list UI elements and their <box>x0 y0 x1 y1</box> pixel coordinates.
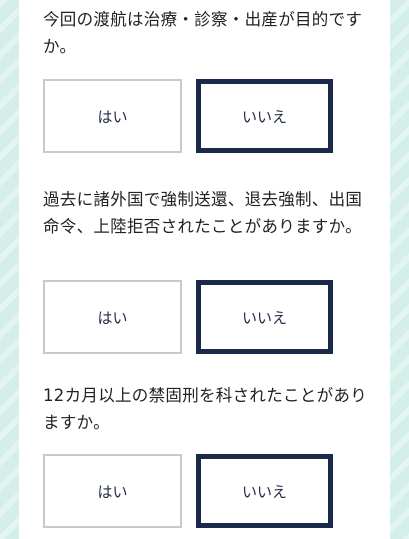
no-button-label: いいえ <box>241 308 287 327</box>
yes-button[interactable]: はい <box>43 280 182 354</box>
yes-button-label: はい <box>97 482 128 501</box>
no-button-selected[interactable]: いいえ <box>196 79 333 153</box>
yes-button-label: はい <box>97 107 128 126</box>
question-text: 今回の渡航は治療・診察・出産が目的ですか。 <box>43 10 363 56</box>
yes-button[interactable]: はい <box>43 79 182 153</box>
no-button-label: いいえ <box>241 107 287 126</box>
question-text: 過去に諸外国で強制送還、退去強制、出国命令、上陸拒否されたことがありますか。 <box>43 190 363 236</box>
no-button-label: いいえ <box>241 482 287 501</box>
yes-button[interactable]: はい <box>43 454 182 528</box>
question-text: 12カ月以上の禁固刑を科されたことがありますか。 <box>43 386 367 432</box>
no-button-selected[interactable]: いいえ <box>196 454 333 528</box>
yes-button-label: はい <box>97 308 128 327</box>
no-button-selected[interactable]: いいえ <box>196 280 333 354</box>
